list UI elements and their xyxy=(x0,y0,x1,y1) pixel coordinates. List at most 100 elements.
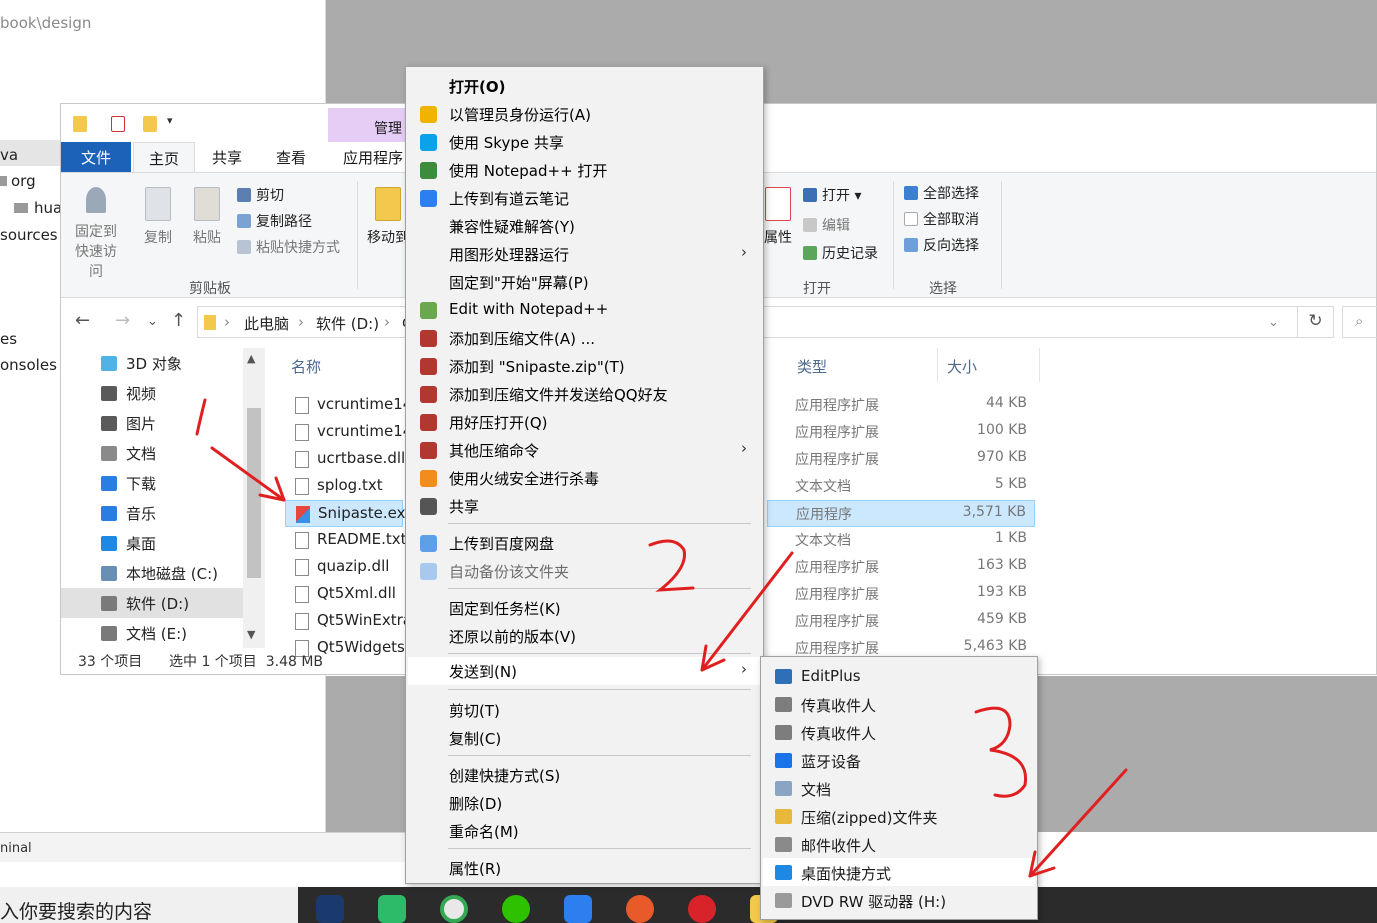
tree-item[interactable]: sources xyxy=(0,226,58,244)
context-menu-item[interactable]: 用图形处理器运行 › xyxy=(408,240,761,268)
context-menu-item[interactable]: 上传到有道云笔记 xyxy=(408,184,761,212)
recent-locations-icon[interactable]: ⌄ xyxy=(147,314,158,329)
context-menu-item[interactable]: 共享 xyxy=(408,492,761,520)
properties-icon[interactable] xyxy=(111,116,125,132)
manage-tab[interactable]: 管理 xyxy=(328,108,408,142)
nav-item-music[interactable]: 音乐 xyxy=(61,498,243,528)
app-icon[interactable] xyxy=(378,895,406,923)
file-row[interactable]: README.txt xyxy=(285,527,407,554)
netease-music-icon[interactable] xyxy=(688,895,716,923)
scroll-up-icon[interactable]: ▲ xyxy=(247,352,255,365)
column-header-name[interactable]: 名称 xyxy=(291,356,321,377)
context-menu-item[interactable]: 创建快捷方式(S) xyxy=(408,761,761,789)
send-to-item[interactable]: DVD RW 驱动器 (H:) xyxy=(763,886,1035,914)
column-header-type[interactable]: 类型 xyxy=(797,356,827,377)
tab-home[interactable]: 主页 xyxy=(133,142,195,172)
file-row-details[interactable]: 应用程序扩展 163 KB xyxy=(767,554,1035,581)
file-row[interactable]: splog.txt xyxy=(285,473,403,500)
new-folder-icon[interactable] xyxy=(143,116,157,132)
invert-selection-button[interactable]: 反向选择 xyxy=(904,235,979,255)
chevron-right-icon[interactable]: › xyxy=(298,313,304,331)
send-to-item[interactable]: 邮件收件人 xyxy=(763,830,1035,858)
nav-pane-scrollbar[interactable]: ▲ ▼ xyxy=(243,348,265,648)
file-row[interactable]: quazip.dll xyxy=(285,554,403,581)
nav-item-drive-d[interactable]: 软件 (D:) xyxy=(61,588,243,618)
file-row[interactable]: Snipaste.exe xyxy=(285,500,414,527)
forward-icon[interactable]: → xyxy=(115,310,130,331)
file-row[interactable]: Qt5Xml.dll xyxy=(285,581,403,608)
breadcrumb-drive-d[interactable]: 软件 (D:) xyxy=(316,313,379,334)
youdao-icon[interactable] xyxy=(564,895,592,923)
nav-item-pictures[interactable]: 图片 xyxy=(61,408,243,438)
context-menu-item[interactable]: 使用 Skype 共享 xyxy=(408,128,761,156)
snail-icon[interactable] xyxy=(626,895,654,923)
taskbar-search-input[interactable]: 入你要搜索的内容 xyxy=(0,887,300,923)
copy-path-button[interactable]: 复制路径 xyxy=(237,211,312,231)
history-button[interactable]: 历史记录 xyxy=(803,243,878,263)
send-to-item[interactable]: 文档 xyxy=(763,774,1035,802)
file-row[interactable]: ucrtbase.dll xyxy=(285,446,405,473)
breadcrumb-this-pc[interactable]: 此电脑 xyxy=(244,313,289,334)
context-menu-item[interactable]: 属性(R) xyxy=(408,854,761,882)
context-menu-item[interactable]: 复制(C) xyxy=(408,724,761,752)
context-menu-item[interactable]: 使用火绒安全进行杀毒 xyxy=(408,464,761,492)
chevron-down-icon[interactable]: ▾ xyxy=(167,114,173,127)
column-divider[interactable] xyxy=(1039,348,1040,382)
file-row-details[interactable]: 应用程序扩展 459 KB xyxy=(767,608,1035,635)
file-row-details[interactable]: 文本文档 1 KB xyxy=(767,527,1035,554)
context-menu-item[interactable]: 剪切(T) xyxy=(408,696,761,724)
context-menu-item[interactable]: 添加到压缩文件并发送给QQ好友 xyxy=(408,380,761,408)
select-none-button[interactable]: 全部取消 xyxy=(904,209,979,229)
tree-item[interactable]: org xyxy=(0,172,36,190)
file-row-details[interactable]: 应用程序扩展 193 KB xyxy=(767,581,1035,608)
file-row[interactable]: vcruntime14 xyxy=(285,392,412,419)
context-menu-item[interactable]: 删除(D) xyxy=(408,789,761,817)
nav-item-documents[interactable]: 文档 xyxy=(61,438,243,468)
paste-button[interactable]: 粘贴 xyxy=(182,187,232,247)
copy-button[interactable]: 复制 xyxy=(133,187,183,247)
send-to-item[interactable]: 蓝牙设备 xyxy=(763,746,1035,774)
context-menu-item[interactable]: Edit with Notepad++ xyxy=(408,296,761,324)
send-to-item[interactable]: 桌面快捷方式 xyxy=(763,858,1035,886)
send-to-item[interactable]: 传真收件人 xyxy=(763,718,1035,746)
context-menu-item[interactable]: 使用 Notepad++ 打开 xyxy=(408,156,761,184)
context-menu-item[interactable]: 重命名(M) xyxy=(408,817,761,845)
context-menu-item[interactable]: 以管理员身份运行(A) xyxy=(408,100,761,128)
file-row-details[interactable]: 应用程序扩展 44 KB xyxy=(767,392,1035,419)
back-icon[interactable]: ← xyxy=(75,310,90,331)
context-menu-item[interactable]: 添加到 "Snipaste.zip"(T) xyxy=(408,352,761,380)
context-menu-item[interactable]: 固定到"开始"屏幕(P) xyxy=(408,268,761,296)
tab-app-tools[interactable]: 应用程序 xyxy=(331,142,407,172)
scrollbar-thumb[interactable] xyxy=(247,408,261,578)
tab-view[interactable]: 查看 xyxy=(259,142,323,172)
tab-file[interactable]: 文件 xyxy=(61,142,131,172)
file-row-details[interactable]: 应用程序 3,571 KB xyxy=(767,500,1035,527)
cut-button[interactable]: 剪切 xyxy=(237,185,284,205)
wechat-icon[interactable] xyxy=(502,895,530,923)
tree-item[interactable]: va xyxy=(0,140,60,166)
tree-item[interactable]: es xyxy=(0,330,17,348)
nav-item-3d-objects[interactable]: 3D 对象 xyxy=(61,348,243,378)
nav-item-drive-c[interactable]: 本地磁盘 (C:) xyxy=(61,558,243,588)
context-menu-item[interactable]: 打开(O) xyxy=(408,72,761,100)
file-row-details[interactable]: 应用程序扩展 100 KB xyxy=(767,419,1035,446)
refresh-button[interactable]: ↻ xyxy=(1298,306,1334,338)
nav-item-drive-e[interactable]: 文档 (E:) xyxy=(61,618,243,648)
pin-to-quick-access-button[interactable]: 固定到 快速访问 xyxy=(71,187,121,281)
chevron-right-icon[interactable]: › xyxy=(384,313,390,331)
context-menu-item[interactable]: 固定到任务栏(K) xyxy=(408,594,761,622)
send-to-item[interactable]: 传真收件人 xyxy=(763,690,1035,718)
file-row[interactable]: vcruntime14 xyxy=(285,419,412,446)
column-divider[interactable] xyxy=(937,348,938,382)
context-menu-item[interactable]: 添加到压缩文件(A) ... xyxy=(408,324,761,352)
search-input[interactable]: ⌕ xyxy=(1342,306,1377,338)
send-to-item[interactable]: EditPlus xyxy=(763,662,1035,690)
file-row-details[interactable]: 应用程序扩展 970 KB xyxy=(767,446,1035,473)
context-menu-item[interactable]: 用好压打开(Q) xyxy=(408,408,761,436)
tab-share[interactable]: 共享 xyxy=(195,142,259,172)
context-menu-item[interactable]: 发送到(N) › xyxy=(408,657,761,685)
tree-item[interactable]: onsoles xyxy=(0,356,57,374)
nav-item-videos[interactable]: 视频 xyxy=(61,378,243,408)
select-all-button[interactable]: 全部选择 xyxy=(904,183,979,203)
context-menu-item[interactable]: 上传到百度网盘 xyxy=(408,529,761,557)
